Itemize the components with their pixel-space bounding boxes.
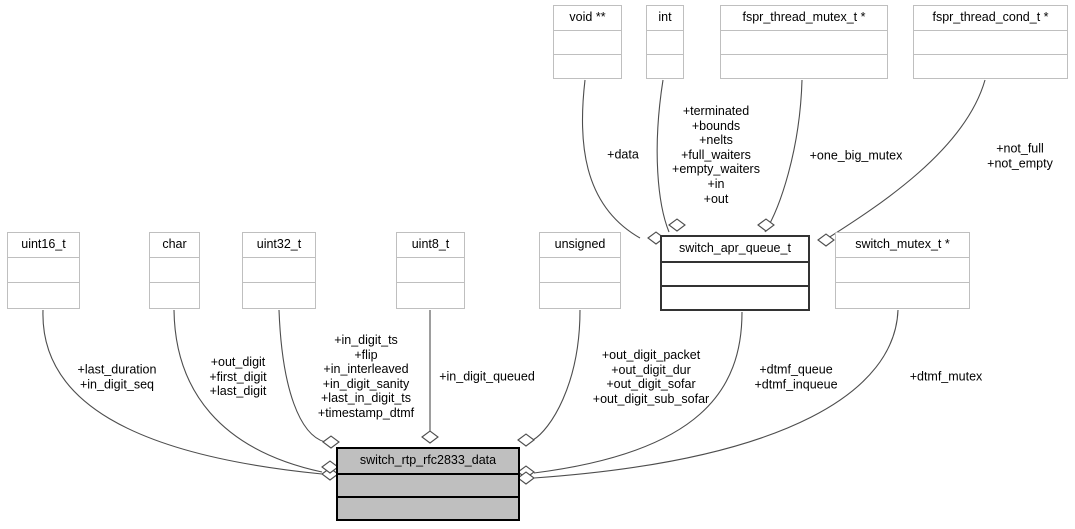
class-attributes-compartment <box>554 31 621 55</box>
class-operations-compartment <box>836 283 969 308</box>
class-attributes-compartment <box>721 31 887 55</box>
edge-int-queuefields <box>656 79 670 233</box>
class-title: switch_mutex_t * <box>836 233 969 258</box>
class-operations-compartment <box>721 55 887 78</box>
edge-uint16-lastduration <box>42 309 323 475</box>
class-box-fspr-thread-mutex-t[interactable]: fspr_thread_mutex_t * <box>720 5 888 79</box>
class-title: switch_rtp_rfc2833_data <box>338 449 518 475</box>
diamond-uint8-rfc <box>421 430 439 444</box>
class-title: fspr_thread_mutex_t * <box>721 6 887 31</box>
class-box-unsigned[interactable]: unsigned <box>539 232 621 309</box>
edge-label-one-big-mutex: +one_big_mutex <box>809 148 903 163</box>
class-box-switch-apr-queue-t[interactable]: switch_apr_queue_t <box>660 235 810 311</box>
class-operations-compartment <box>662 287 808 309</box>
class-operations-compartment <box>243 283 315 308</box>
class-operations-compartment <box>914 55 1067 78</box>
diamond-switchmutex-rfc <box>517 471 535 485</box>
class-attributes-compartment <box>914 31 1067 55</box>
edge-label-out-digit: +out_digit +first_digit +last_digit <box>209 355 267 399</box>
class-attributes-compartment <box>397 258 464 284</box>
edge-label-in-digit-ts: +in_digit_ts +flip +in_interleaved +in_d… <box>317 333 415 421</box>
class-title: uint8_t <box>397 233 464 258</box>
class-operations-compartment <box>338 497 518 519</box>
diamond-unsigned-rfc <box>517 433 535 447</box>
diamond-int-queuefields <box>668 218 686 232</box>
class-box-void-pp[interactable]: void ** <box>553 5 622 79</box>
class-attributes-compartment <box>647 31 683 55</box>
class-attributes-compartment <box>662 263 808 287</box>
diamond-fspr-onebig <box>757 218 775 232</box>
class-title: switch_apr_queue_t <box>662 237 808 263</box>
class-title: fspr_thread_cond_t * <box>914 6 1067 31</box>
class-title: unsigned <box>540 233 620 258</box>
class-operations-compartment <box>554 55 621 78</box>
class-title: void ** <box>554 6 621 31</box>
class-operations-compartment <box>540 283 620 308</box>
edge-label-not-full-not-empty: +not_full +not_empty <box>987 141 1053 170</box>
class-box-int[interactable]: int <box>646 5 684 79</box>
class-attributes-compartment <box>836 258 969 284</box>
class-operations-compartment <box>150 283 199 308</box>
diamond-fsprcond-notfull <box>817 233 835 247</box>
edge-label-dtmf-mutex: +dtmf_mutex <box>909 369 983 384</box>
class-attributes-compartment <box>338 474 518 498</box>
edge-switchmutex-dtmfmutex <box>533 309 899 479</box>
class-box-uint8-t[interactable]: uint8_t <box>396 232 465 309</box>
uml-diagram-canvas: void ** int fspr_thread_mutex_t * fspr_t… <box>0 0 1075 529</box>
class-attributes-compartment <box>8 258 79 284</box>
class-box-switch-mutex-t[interactable]: switch_mutex_t * <box>835 232 970 309</box>
edge-label-queue-fields: +terminated +bounds +nelts +full_waiters… <box>672 103 760 206</box>
class-attributes-compartment <box>150 258 199 284</box>
class-title: char <box>150 233 199 258</box>
class-title: uint16_t <box>8 233 79 258</box>
edge-label-data: +data <box>607 147 639 162</box>
class-title: int <box>647 6 683 31</box>
edge-label-last-duration: +last_duration +in_digit_seq <box>77 362 157 391</box>
class-title: uint32_t <box>243 233 315 258</box>
edge-fsprmutex-onebigmutex <box>764 79 803 233</box>
class-attributes-compartment <box>540 258 620 284</box>
class-operations-compartment <box>8 283 79 308</box>
class-operations-compartment <box>647 55 683 78</box>
class-box-char[interactable]: char <box>149 232 200 309</box>
edge-label-dtmf-queue: +dtmf_queue +dtmf_inqueue <box>754 362 838 391</box>
class-attributes-compartment <box>243 258 315 284</box>
class-operations-compartment <box>397 283 464 308</box>
class-box-switch-rtp-rfc2833-data[interactable]: switch_rtp_rfc2833_data <box>336 447 520 521</box>
class-box-uint16-t[interactable]: uint16_t <box>7 232 80 309</box>
edge-label-out-digit-packet: +out_digit_packet +out_digit_dur +out_di… <box>592 347 710 406</box>
edge-unsigned-outdigitpacket <box>532 309 581 441</box>
diamond-aprqueue-rfc <box>517 465 535 479</box>
class-box-fspr-thread-cond-t[interactable]: fspr_thread_cond_t * <box>913 5 1068 79</box>
class-box-uint32-t[interactable]: uint32_t <box>242 232 316 309</box>
edge-label-in-digit-queued: +in_digit_queued <box>439 369 535 384</box>
